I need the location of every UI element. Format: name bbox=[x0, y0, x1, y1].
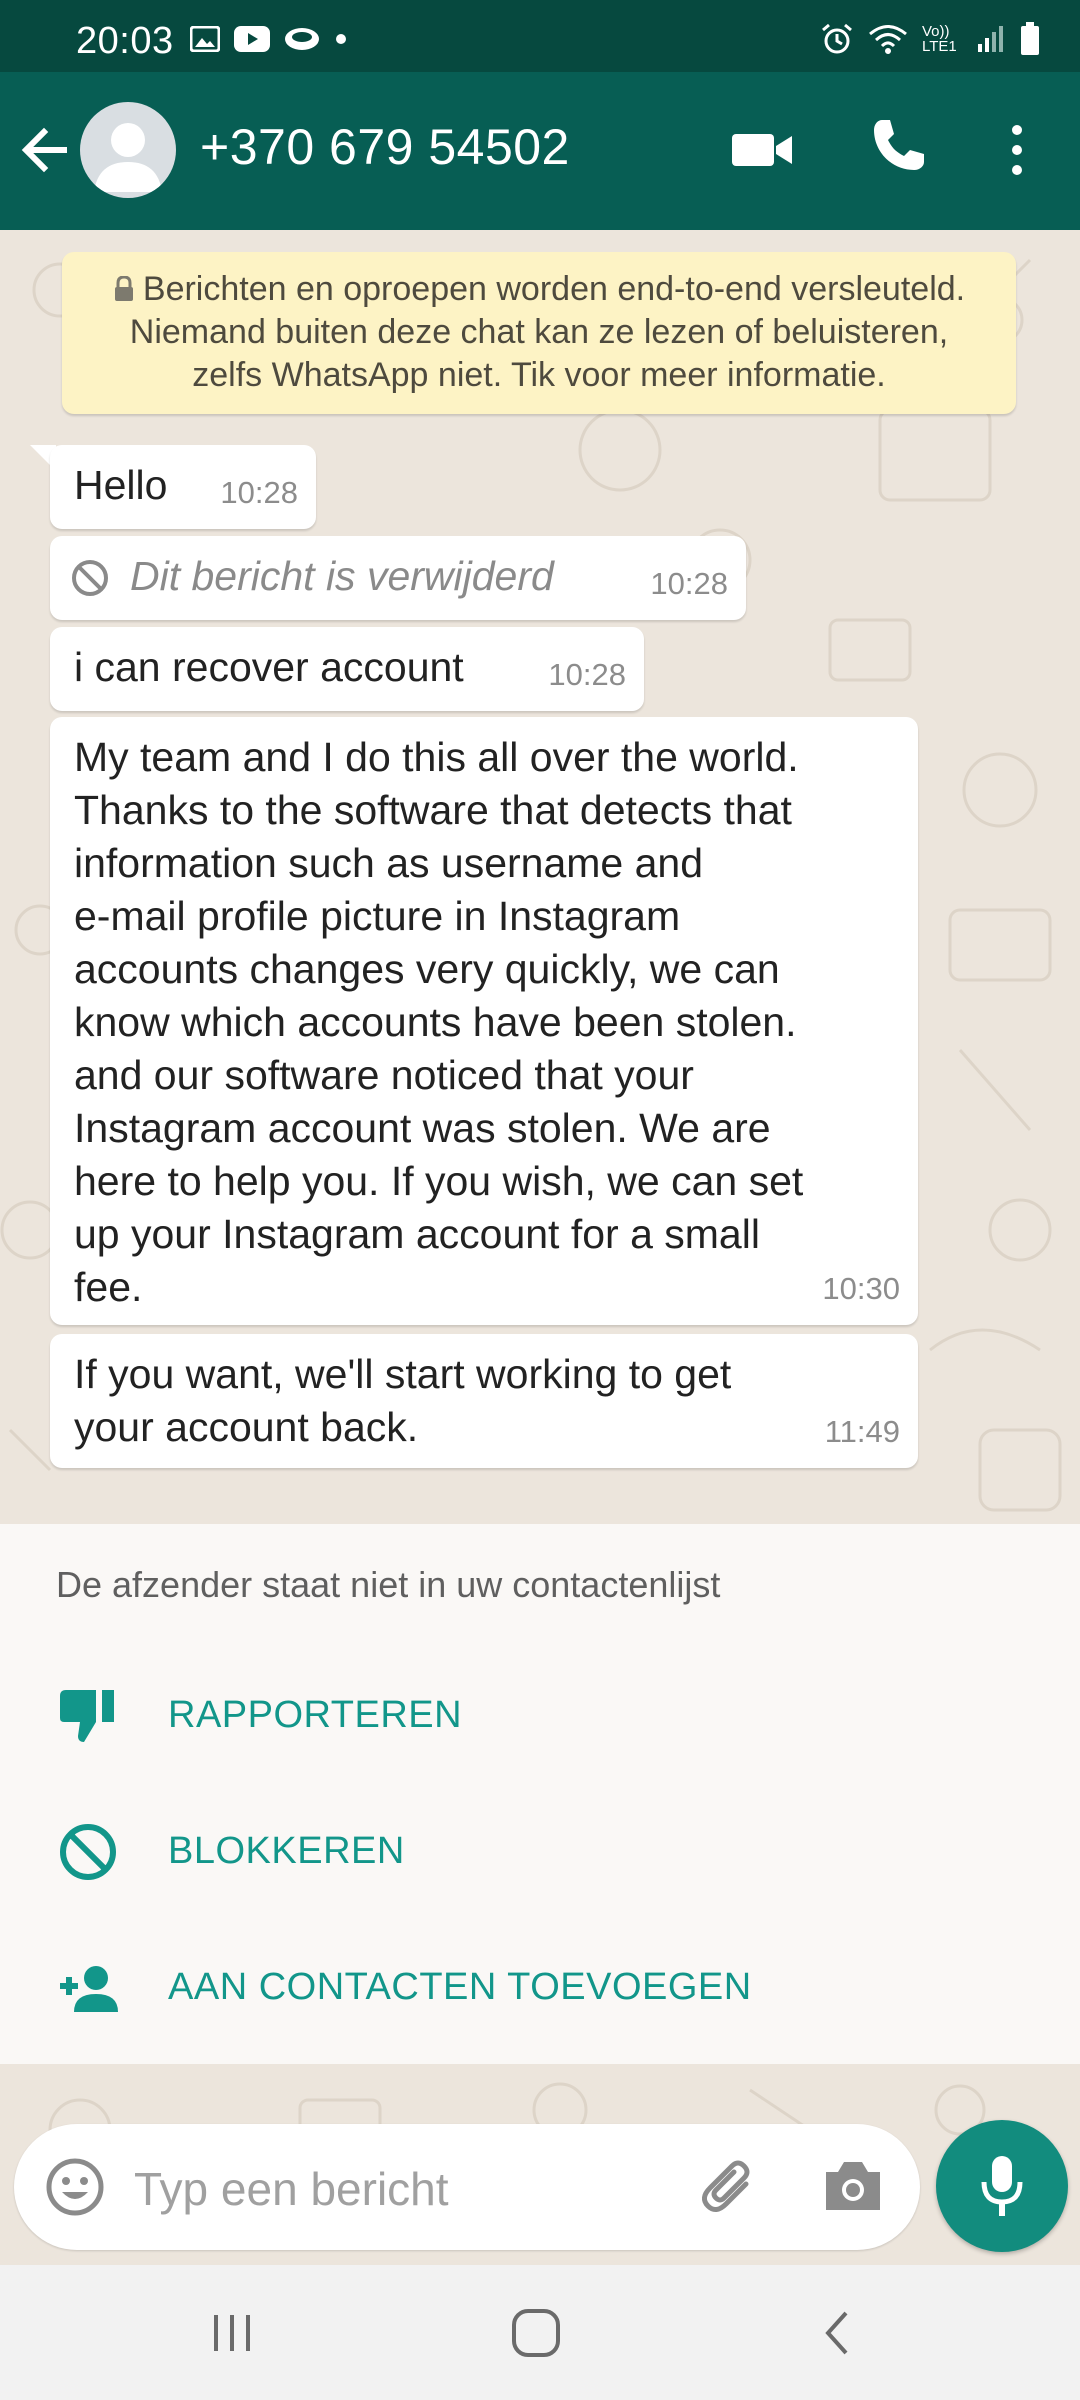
report-button[interactable]: RAPPORTEREN bbox=[0, 1656, 1080, 1776]
dot-icon bbox=[336, 34, 346, 44]
message-text: Dit bericht is verwijderd bbox=[130, 553, 554, 599]
thumbs-down-icon bbox=[60, 1690, 114, 1742]
phone-call-icon[interactable] bbox=[870, 116, 928, 174]
encryption-notice[interactable]: Berichten en oproepen worden end-to-end … bbox=[62, 252, 1016, 414]
alarm-icon bbox=[822, 23, 852, 54]
system-nav-bar bbox=[0, 2265, 1080, 2400]
message-line: e-mail profile picture in Instagram bbox=[74, 893, 681, 939]
gallery-icon bbox=[190, 26, 220, 52]
battery-icon bbox=[1021, 22, 1039, 55]
report-label: RAPPORTEREN bbox=[168, 1694, 463, 1736]
input-placeholder[interactable]: Typ een bericht bbox=[134, 2162, 449, 2216]
block-label: BLOKKEREN bbox=[168, 1830, 405, 1872]
block-button[interactable]: BLOKKEREN bbox=[0, 1792, 1080, 1912]
wifi-icon bbox=[869, 25, 907, 54]
unknown-sender-label: De afzender staat niet in uw contactenli… bbox=[56, 1564, 721, 1605]
message-line: and our software noticed that your bbox=[74, 1052, 694, 1098]
encryption-line-2: Niemand buiten deze chat kan ze lezen of… bbox=[129, 313, 949, 351]
back-arrow-icon[interactable] bbox=[18, 122, 74, 178]
message-input[interactable]: Typ een bericht bbox=[14, 2124, 920, 2250]
network-type-label: Vo)) LTE1 bbox=[922, 23, 957, 55]
message-line: information such as username and bbox=[74, 840, 704, 886]
message-time: 11:49 bbox=[824, 1414, 900, 1449]
signal-icon bbox=[978, 26, 1003, 52]
deleted-icon bbox=[72, 560, 108, 596]
app-icon bbox=[285, 28, 319, 50]
message-bubble[interactable]: Hello 10:28 bbox=[50, 445, 316, 529]
youtube-icon bbox=[234, 26, 270, 52]
message-line: fee. bbox=[74, 1264, 143, 1310]
message-time: 10:28 bbox=[220, 475, 298, 510]
encryption-line-1: Berichten en oproepen worden end-to-end … bbox=[62, 268, 1016, 311]
lock-icon bbox=[114, 276, 133, 301]
message-text: i can recover account bbox=[74, 644, 464, 690]
chat-header: +370 679 54502 bbox=[0, 72, 1080, 230]
message-bubble[interactable]: If you want, we'll start working to get … bbox=[50, 1334, 918, 1468]
message-line: accounts changes very quickly, we can bbox=[74, 946, 780, 992]
add-contact-icon bbox=[60, 1966, 118, 2012]
recent-apps-icon[interactable] bbox=[210, 2311, 256, 2355]
attach-icon[interactable] bbox=[698, 2156, 760, 2218]
message-line: Instagram account was stolen. We are bbox=[74, 1105, 771, 1151]
back-icon[interactable] bbox=[822, 2309, 852, 2357]
deleted-message-bubble[interactable]: Dit bericht is verwijderd 10:28 bbox=[50, 536, 746, 620]
encryption-text-1: Berichten en oproepen worden end-to-end … bbox=[142, 270, 966, 308]
add-to-contacts-button[interactable]: AAN CONTACTEN TOEVOEGEN bbox=[0, 1928, 1080, 2048]
status-notification-icons bbox=[190, 26, 348, 52]
message-time: 10:28 bbox=[650, 566, 728, 601]
status-system-icons: Vo)) LTE1 bbox=[820, 22, 1040, 56]
status-time: 20:03 bbox=[76, 20, 174, 62]
message-line: up your Instagram account for a small bbox=[74, 1211, 760, 1257]
status-bar: 20:03 Vo)) LTE1 bbox=[0, 0, 1080, 72]
message-line: here to help you. If you wish, we can se… bbox=[74, 1158, 804, 1204]
message-line: If you want, we'll start working to get bbox=[74, 1351, 732, 1397]
encryption-line-3: zelfs WhatsApp niet. Tik voor meer infor… bbox=[192, 356, 886, 394]
mic-icon bbox=[981, 2156, 1023, 2216]
home-icon[interactable] bbox=[510, 2307, 562, 2359]
emoji-icon[interactable] bbox=[44, 2156, 106, 2218]
message-line: know which accounts have been stolen. bbox=[74, 999, 797, 1045]
mic-button[interactable] bbox=[936, 2120, 1068, 2252]
camera-icon[interactable] bbox=[822, 2158, 884, 2214]
avatar[interactable] bbox=[80, 102, 176, 198]
message-time: 10:30 bbox=[822, 1271, 900, 1306]
message-text: If you want, we'll start working to get … bbox=[74, 1348, 934, 1454]
add-contact-label: AAN CONTACTEN TOEVOEGEN bbox=[168, 1966, 752, 2008]
message-line: My team and I do this all over the world… bbox=[74, 734, 799, 780]
message-time: 10:28 bbox=[548, 657, 626, 692]
more-options-icon[interactable] bbox=[1002, 122, 1032, 178]
message-line: Thanks to the software that detects that bbox=[74, 787, 792, 833]
message-bubble[interactable]: My team and I do this all over the world… bbox=[50, 717, 918, 1325]
message-text: Hello bbox=[74, 462, 168, 508]
contact-title[interactable]: +370 679 54502 bbox=[200, 118, 570, 176]
block-icon bbox=[60, 1824, 116, 1880]
video-call-icon[interactable] bbox=[730, 124, 796, 176]
message-line: your account back. bbox=[74, 1404, 419, 1450]
unknown-sender-panel: De afzender staat niet in uw contactenli… bbox=[0, 1524, 1080, 2064]
message-text: My team and I do this all over the world… bbox=[74, 731, 934, 1314]
message-bubble[interactable]: i can recover account 10:28 bbox=[50, 627, 644, 711]
